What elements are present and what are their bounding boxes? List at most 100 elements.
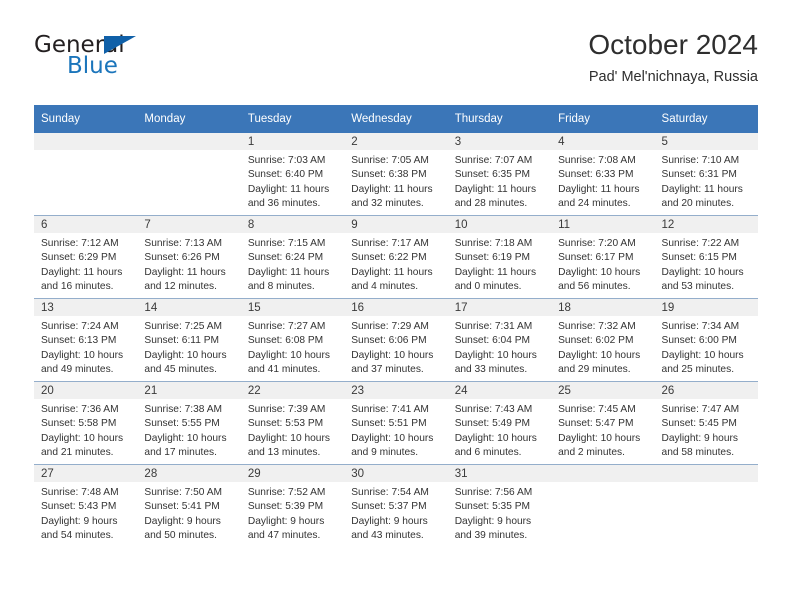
day-number: 21: [137, 382, 241, 399]
calendar-day-cell[interactable]: 25 Sunrise: 7:45 AM Sunset: 5:47 PM Dayligh…: [551, 381, 655, 465]
sunrise-text: Sunrise: 7:03 AM: [247, 155, 326, 166]
calendar-day-cell[interactable]: 13 Sunrise: 7:24 AM Sunset: 6:13 PM Dayligh…: [34, 298, 138, 382]
daylight-text-line2: and 47 minutes.: [247, 529, 321, 541]
day-cell-content: 16 Sunrise: 7:29 AM Sunset: 6:06 PM Dayligh…: [344, 299, 448, 381]
day-cell-content: [551, 465, 655, 547]
day-cell-content: 31 Sunrise: 7:56 AM Sunset: 5:35 PM Dayligh…: [447, 465, 552, 547]
day-cell-content: 26 Sunrise: 7:47 AM Sunset: 5:45 PM Dayligh…: [654, 382, 758, 464]
calendar-day-cell[interactable]: 31 Sunrise: 7:56 AM Sunset: 5:35 PM Dayligh…: [447, 464, 552, 547]
calendar-day-cell[interactable]: 11 Sunrise: 7:20 AM Sunset: 6:17 PM Dayligh…: [551, 215, 655, 299]
day-number: [137, 133, 241, 150]
calendar-day-cell[interactable]: 2 Sunrise: 7:05 AM Sunset: 6:38 PM Daylight…: [344, 133, 448, 216]
day-events: Sunrise: 7:47 AM Sunset: 5:45 PM Daylight:…: [655, 399, 758, 460]
day-number: 17: [447, 299, 552, 316]
calendar-day-cell[interactable]: 7 Sunrise: 7:13 AM Sunset: 6:26 PM Daylight…: [137, 215, 241, 299]
calendar-day-cell[interactable]: 23 Sunrise: 7:41 AM Sunset: 5:51 PM Dayligh…: [344, 381, 448, 465]
day-events: Sunrise: 7:17 AM Sunset: 6:22 PM Daylight:…: [344, 233, 447, 294]
day-number: 8: [240, 216, 345, 233]
sunset-text: Sunset: 5:43 PM: [41, 501, 117, 513]
sunrise-text: Sunrise: 7:54 AM: [351, 487, 429, 498]
daylight-text-line1: Daylight: 10 hours: [454, 432, 537, 444]
calendar-day-cell[interactable]: 24 Sunrise: 7:43 AM Sunset: 5:49 PM Dayligh…: [447, 381, 552, 465]
brand-logo[interactable]: General Blue: [34, 32, 254, 90]
weekday-header-monday: Monday: [137, 105, 241, 133]
day-cell-content: 19 Sunrise: 7:34 AM Sunset: 6:00 PM Dayligh…: [654, 299, 758, 381]
calendar-day-cell[interactable]: 4 Sunrise: 7:08 AM Sunset: 6:33 PM Daylight…: [551, 133, 655, 216]
calendar-day-cell[interactable]: 14 Sunrise: 7:25 AM Sunset: 6:11 PM Dayligh…: [137, 298, 241, 382]
calendar-day-cell[interactable]: 6 Sunrise: 7:12 AM Sunset: 6:29 PM Daylight…: [34, 215, 138, 299]
daylight-text-line2: and 17 minutes.: [144, 446, 217, 458]
calendar-day-cell[interactable]: 9 Sunrise: 7:17 AM Sunset: 6:22 PM Daylight…: [344, 215, 448, 299]
daylight-text-line1: Daylight: 10 hours: [351, 349, 434, 361]
calendar-week-row: 6 Sunrise: 7:12 AM Sunset: 6:29 PM Daylight…: [34, 215, 758, 299]
sunset-text: Sunset: 6:26 PM: [144, 252, 220, 264]
sunrise-text: Sunrise: 7:48 AM: [41, 487, 119, 498]
day-events: Sunrise: 7:18 AM Sunset: 6:19 PM Daylight:…: [448, 233, 551, 294]
daylight-text-line2: and 45 minutes.: [144, 363, 217, 375]
day-events: Sunrise: 7:39 AM Sunset: 5:53 PM Daylight:…: [241, 399, 344, 460]
calendar-day-cell[interactable]: 20 Sunrise: 7:36 AM Sunset: 5:58 PM Dayligh…: [34, 381, 138, 465]
day-events: Sunrise: 7:48 AM Sunset: 5:43 PM Daylight:…: [34, 482, 137, 543]
calendar-day-cell[interactable]: 19 Sunrise: 7:34 AM Sunset: 6:00 PM Dayligh…: [654, 298, 758, 382]
daylight-text-line2: and 39 minutes.: [454, 529, 528, 541]
daylight-text-line2: and 2 minutes.: [558, 446, 625, 458]
daylight-text-line1: Daylight: 10 hours: [661, 266, 744, 278]
calendar-day-cell[interactable]: 12 Sunrise: 7:22 AM Sunset: 6:15 PM Dayligh…: [654, 215, 758, 299]
day-cell-content: 14 Sunrise: 7:25 AM Sunset: 6:11 PM Dayligh…: [137, 299, 241, 381]
day-number: 16: [344, 299, 448, 316]
daylight-text-line2: and 32 minutes.: [351, 197, 424, 209]
calendar-day-cell[interactable]: 30 Sunrise: 7:54 AM Sunset: 5:37 PM Dayligh…: [344, 464, 448, 547]
day-number: 9: [344, 216, 448, 233]
calendar-day-cell[interactable]: 5 Sunrise: 7:10 AM Sunset: 6:31 PM Daylight…: [654, 133, 758, 216]
day-number: 25: [551, 382, 655, 399]
daylight-text-line2: and 56 minutes.: [558, 280, 631, 292]
day-events: Sunrise: 7:25 AM Sunset: 6:11 PM Daylight:…: [137, 316, 240, 377]
weekday-header-sunday: Sunday: [34, 105, 138, 133]
day-number: 23: [344, 382, 448, 399]
calendar-week-row: 27 Sunrise: 7:48 AM Sunset: 5:43 PM Dayligh…: [34, 464, 758, 547]
calendar-day-cell[interactable]: 1 Sunrise: 7:03 AM Sunset: 6:40 PM Daylight…: [240, 133, 345, 216]
calendar-day-cell[interactable]: 22 Sunrise: 7:39 AM Sunset: 5:53 PM Dayligh…: [240, 381, 345, 465]
calendar-day-cell[interactable]: 26 Sunrise: 7:47 AM Sunset: 5:45 PM Dayligh…: [654, 381, 758, 465]
calendar-day-cell[interactable]: 15 Sunrise: 7:27 AM Sunset: 6:08 PM Dayligh…: [240, 298, 345, 382]
day-number: 22: [240, 382, 345, 399]
calendar-day-cell[interactable]: 29 Sunrise: 7:52 AM Sunset: 5:39 PM Dayligh…: [240, 464, 345, 547]
day-cell-content: 20 Sunrise: 7:36 AM Sunset: 5:58 PM Dayligh…: [34, 382, 138, 464]
calendar-day-cell[interactable]: 3 Sunrise: 7:07 AM Sunset: 6:35 PM Daylight…: [447, 133, 552, 216]
daylight-text-line1: Daylight: 10 hours: [454, 349, 537, 361]
sunset-text: Sunset: 6:15 PM: [661, 252, 737, 264]
day-cell-content: 18 Sunrise: 7:32 AM Sunset: 6:02 PM Dayligh…: [551, 299, 655, 381]
daylight-text-line2: and 8 minutes.: [247, 280, 315, 292]
brand-name-blue: Blue: [67, 53, 118, 79]
page-subtitle: Pad' Mel'nichnaya, Russia: [588, 69, 758, 85]
sunrise-text: Sunrise: 7:45 AM: [558, 404, 636, 415]
sunset-text: Sunset: 6:40 PM: [247, 169, 324, 181]
daylight-text-line1: Daylight: 11 hours: [144, 266, 226, 278]
calendar-day-cell[interactable]: 16 Sunrise: 7:29 AM Sunset: 6:06 PM Dayligh…: [344, 298, 448, 382]
day-number: 2: [344, 133, 448, 150]
page-header: General Blue October 2024 Pad' Mel'nichn…: [34, 28, 758, 98]
calendar-day-cell[interactable]: 27 Sunrise: 7:48 AM Sunset: 5:43 PM Dayligh…: [34, 464, 138, 547]
day-cell-content: 2 Sunrise: 7:05 AM Sunset: 6:38 PM Daylight…: [344, 133, 448, 215]
calendar-day-cell[interactable]: 18 Sunrise: 7:32 AM Sunset: 6:02 PM Dayligh…: [551, 298, 655, 382]
calendar-day-cell[interactable]: 21 Sunrise: 7:38 AM Sunset: 5:55 PM Dayligh…: [137, 381, 241, 465]
weekday-header-wednesday: Wednesday: [344, 105, 448, 133]
daylight-text-line1: Daylight: 10 hours: [247, 349, 330, 361]
calendar-day-cell[interactable]: 28 Sunrise: 7:50 AM Sunset: 5:41 PM Dayligh…: [137, 464, 241, 547]
calendar-day-cell[interactable]: 17 Sunrise: 7:31 AM Sunset: 6:04 PM Dayligh…: [447, 298, 552, 382]
sunrise-text: Sunrise: 7:17 AM: [351, 238, 429, 249]
day-cell-content: 30 Sunrise: 7:54 AM Sunset: 5:37 PM Dayligh…: [344, 465, 448, 547]
day-cell-content: [34, 133, 138, 215]
day-events: Sunrise: 7:31 AM Sunset: 6:04 PM Daylight:…: [448, 316, 551, 377]
daylight-text-line2: and 58 minutes.: [661, 446, 735, 458]
daylight-text-line1: Daylight: 10 hours: [41, 349, 124, 361]
daylight-text-line1: Daylight: 10 hours: [558, 266, 641, 278]
calendar-day-cell[interactable]: 10 Sunrise: 7:18 AM Sunset: 6:19 PM Dayligh…: [447, 215, 552, 299]
sunset-text: Sunset: 6:11 PM: [144, 335, 219, 347]
sunrise-text: Sunrise: 7:36 AM: [41, 404, 119, 415]
sunset-text: Sunset: 6:19 PM: [454, 252, 531, 264]
day-cell-content: 15 Sunrise: 7:27 AM Sunset: 6:08 PM Dayligh…: [240, 299, 345, 381]
day-number: 19: [654, 299, 758, 316]
calendar-day-cell[interactable]: 8 Sunrise: 7:15 AM Sunset: 6:24 PM Daylight…: [240, 215, 345, 299]
daylight-text-line1: Daylight: 11 hours: [351, 183, 433, 195]
